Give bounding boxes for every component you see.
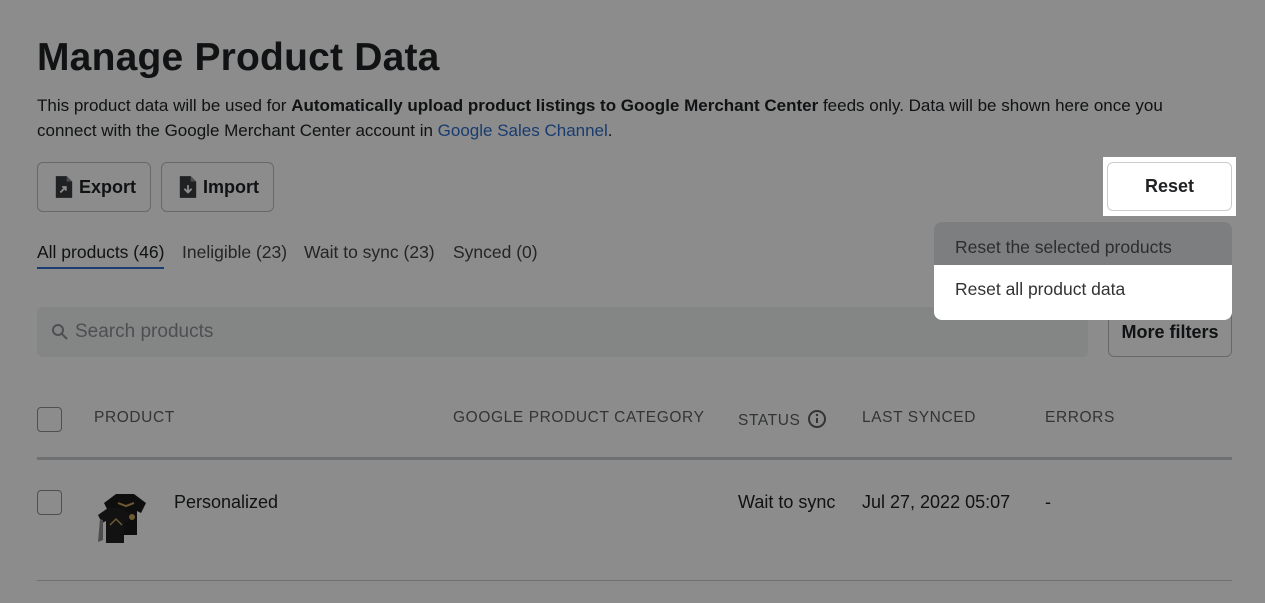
header-errors: ERRORS [1045, 409, 1115, 426]
page-title: Manage Product Data [37, 36, 440, 79]
reset-button[interactable]: Reset [1107, 162, 1232, 211]
reset-dropdown-menu: Reset the selected products Reset all pr… [934, 222, 1232, 320]
tab-wait-to-sync[interactable]: Wait to sync (23) [304, 242, 435, 263]
product-thumbnail [98, 494, 146, 543]
product-name[interactable]: Personalized [174, 492, 278, 513]
page-description: This product data will be used for Autom… [37, 93, 1227, 143]
menu-item-reset-all[interactable]: Reset all product data [934, 265, 1232, 320]
search-placeholder: Search products [75, 321, 214, 342]
google-sales-channel-link[interactable]: Google Sales Channel [438, 121, 608, 140]
description-bold: Automatically upload product listings to… [291, 96, 819, 115]
menu-item-reset-selected[interactable]: Reset the selected products [934, 222, 1232, 265]
product-status: Wait to sync [738, 492, 836, 512]
select-all-checkbox[interactable] [37, 407, 62, 432]
reset-button-highlight: Reset [1103, 157, 1236, 216]
table-row-divider [37, 580, 1232, 581]
tab-synced[interactable]: Synced (0) [453, 242, 538, 263]
header-last-synced: LAST SYNCED [862, 409, 976, 426]
info-icon[interactable] [807, 409, 827, 429]
import-label: Import [203, 176, 259, 197]
header-status: STATUS [738, 409, 827, 430]
product-errors: - [1045, 492, 1051, 512]
tab-ineligible[interactable]: Ineligible (23) [182, 242, 287, 263]
import-icon [179, 176, 197, 198]
description-text: This product data will be used for [37, 96, 292, 115]
header-status-label: STATUS [738, 412, 801, 429]
export-button[interactable]: Export [37, 162, 151, 212]
export-label: Export [78, 176, 136, 197]
export-icon [55, 176, 73, 198]
product-last-synced: Jul 27, 2022 05:07 [862, 492, 1011, 512]
row-checkbox[interactable] [37, 490, 62, 515]
description-suffix: . [607, 121, 613, 140]
header-google-product-category: GOOGLE PRODUCT CATEGORY [453, 409, 705, 426]
search-input[interactable]: Search products [37, 307, 1088, 357]
import-button[interactable]: Import [161, 162, 274, 212]
tab-all-products[interactable]: All products (46) [37, 242, 165, 269]
header-product: PRODUCT [94, 409, 175, 426]
search-icon [52, 324, 68, 340]
table-header-divider [37, 457, 1232, 460]
